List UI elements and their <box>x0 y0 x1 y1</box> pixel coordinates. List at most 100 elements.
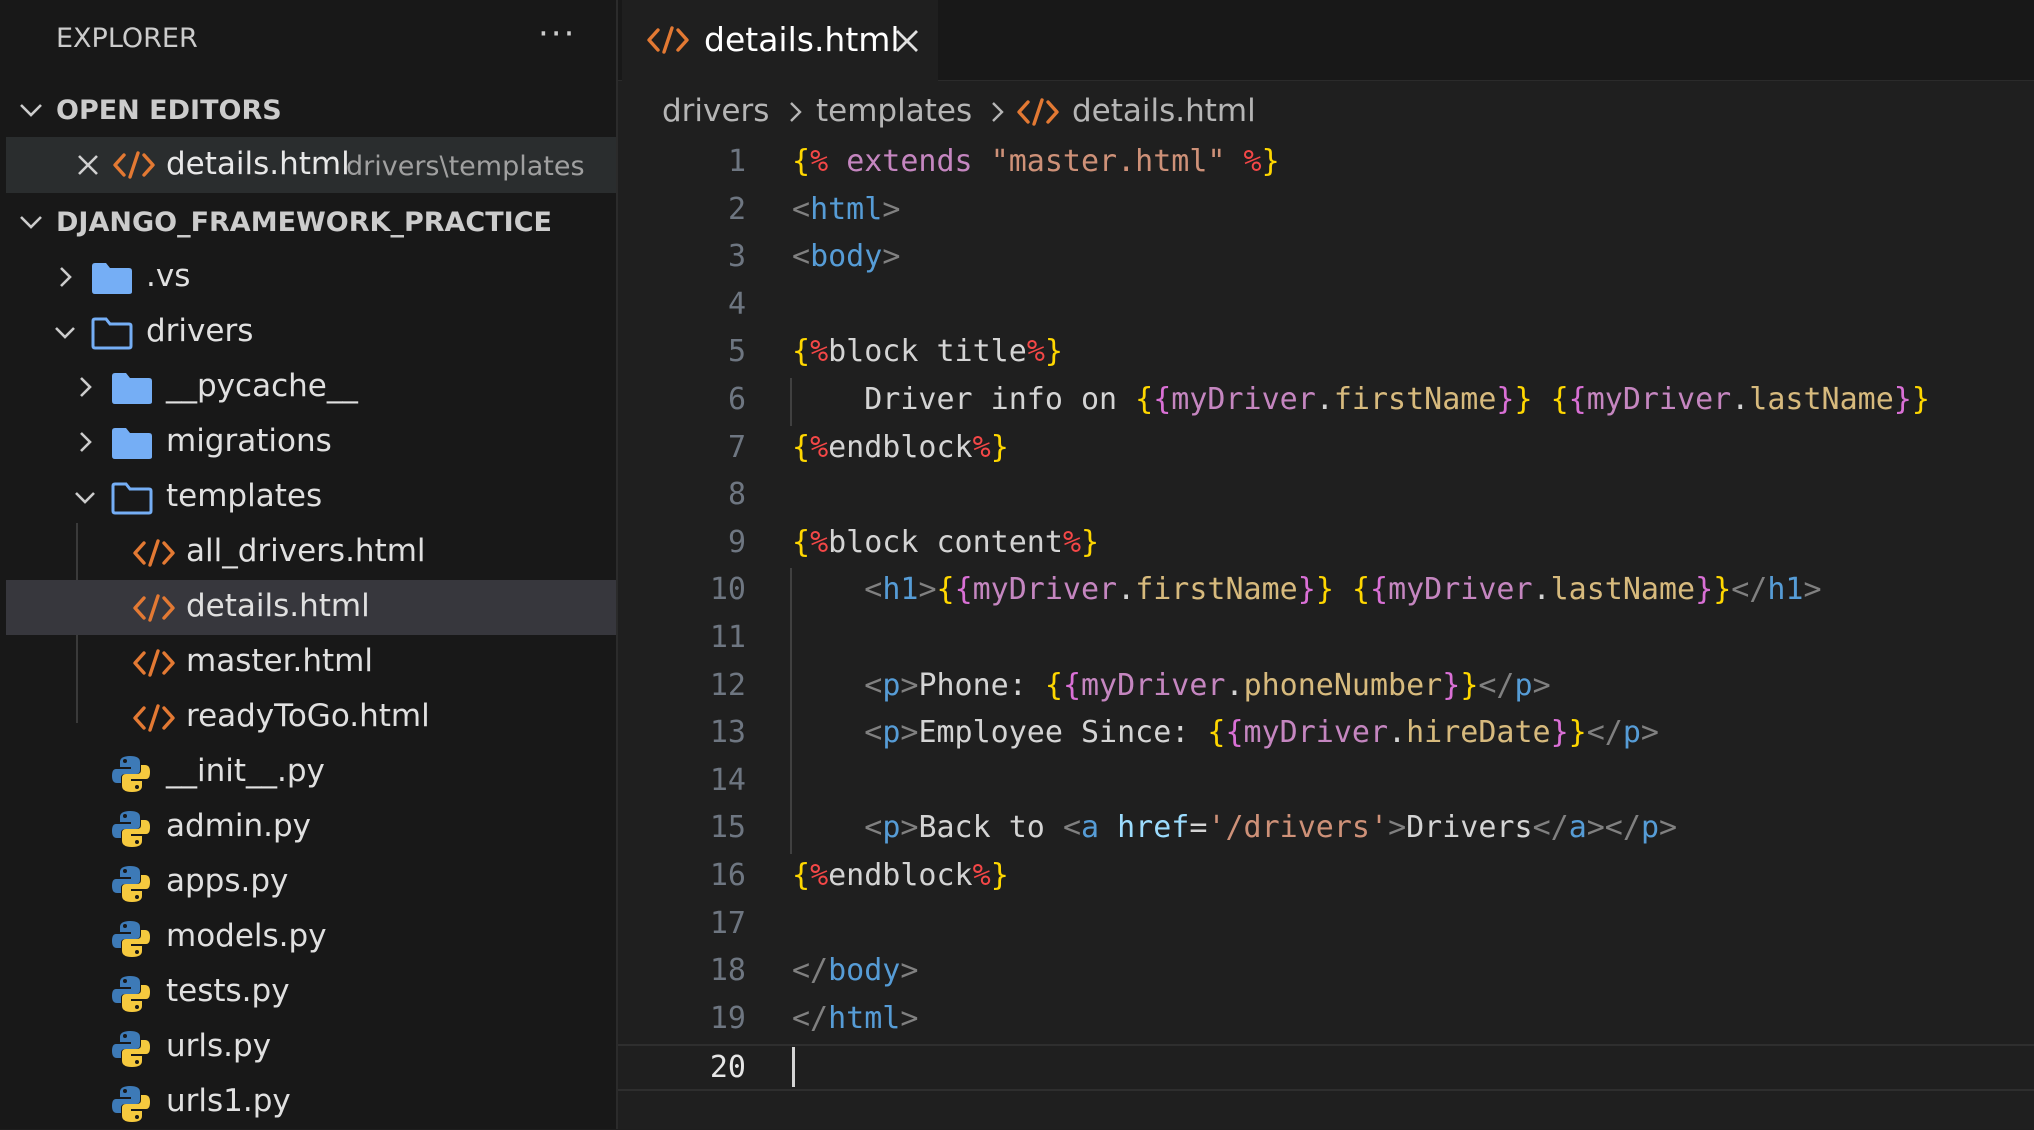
code-token: } <box>1315 572 1334 608</box>
tree-item-init-py[interactable]: __init__.py <box>6 745 616 800</box>
explorer-sidebar: EXPLORER ··· OPEN EDITORS details.html d… <box>0 0 618 1129</box>
code-token: { <box>792 524 811 560</box>
code-text: <h1>{{myDriver.firstName}} {{myDriver.la… <box>792 572 1821 608</box>
tree-item-all-drivers-html[interactable]: all_drivers.html <box>6 525 616 580</box>
code-line[interactable]: 18 </body> <box>618 949 2034 996</box>
code-token: } <box>1514 382 1533 417</box>
code-token: } <box>1550 715 1569 751</box>
chevron-down-icon <box>75 492 95 504</box>
breadcrumb-item-drivers[interactable]: drivers <box>662 93 769 129</box>
code-token: </ <box>1532 810 1569 846</box>
code-line[interactable]: 4 <box>618 283 2034 330</box>
code-token: % <box>810 429 829 465</box>
code-text: Driver info on {{myDriver.firstName}} {{… <box>792 382 1930 417</box>
code-token: > <box>882 191 901 227</box>
tree-item-tests-py[interactable]: tests.py <box>6 965 616 1020</box>
tree-item-details-html[interactable]: details.html <box>6 580 616 635</box>
line-number: 14 <box>709 762 746 798</box>
tree-item-readytogo-html[interactable]: readyToGo.html <box>6 690 616 745</box>
code-token: p <box>1514 667 1533 703</box>
tree-item-label: templates <box>166 478 323 514</box>
tab-details-html[interactable]: details.html <box>622 0 938 83</box>
code-token: href <box>1117 810 1190 846</box>
code-token: > <box>900 715 919 751</box>
chevron-right-icon <box>60 267 72 287</box>
code-token: endblock <box>828 858 973 893</box>
explorer-title: EXPLORER <box>56 23 198 54</box>
tree-item-models-py[interactable]: models.py <box>6 910 616 965</box>
code-line[interactable]: 17 <box>618 902 2034 949</box>
code-token: % <box>972 858 991 893</box>
code-line[interactable]: 9 {%block content%} <box>618 521 2034 568</box>
folder-open-icon <box>111 482 153 515</box>
tree-item-urls-py[interactable]: urls.py <box>6 1020 616 1075</box>
code-line[interactable]: 5 {%block title%} <box>618 330 2034 377</box>
line-number: 10 <box>709 572 746 608</box>
code-line[interactable]: 16 {%endblock%} <box>618 854 2034 901</box>
tree-item-pycache[interactable]: __pycache__ <box>6 360 616 415</box>
line-number: 7 <box>727 429 746 465</box>
tab-bar: details.html <box>618 0 2034 83</box>
code-token: phoneNumber <box>1243 667 1443 703</box>
open-editors-section-header[interactable]: OPEN EDITORS <box>0 85 616 135</box>
line-number: 8 <box>727 477 746 513</box>
tree-item-vs[interactable]: .vs <box>6 250 616 305</box>
code-token: Phone: <box>918 667 1045 703</box>
code-token: { <box>1351 572 1370 608</box>
code-token: } <box>1911 382 1930 417</box>
code-line[interactable]: 15 <p>Back to <a href='/drivers'>Drivers… <box>618 806 2034 853</box>
tree-item-admin-py[interactable]: admin.py <box>6 800 616 855</box>
code-token: . <box>1388 715 1407 751</box>
project-section-header[interactable]: DJANGO_FRAMEWORK_PRACTICE <box>0 197 616 247</box>
code-token: extends <box>846 144 973 179</box>
code-line[interactable]: 6 Driver info on {{myDriver.firstName}} … <box>618 378 2034 425</box>
code-line[interactable]: 19 </html> <box>618 997 2034 1044</box>
code-token: hireDate <box>1406 715 1551 751</box>
code-token: > <box>900 667 919 703</box>
tree-item-label: drivers <box>146 313 254 349</box>
code-token: myDriver <box>972 572 1118 608</box>
tree-item-templates[interactable]: templates <box>6 470 616 525</box>
tree-item-drivers[interactable]: drivers <box>6 305 616 360</box>
tree-item-label: urls1.py <box>166 1083 291 1119</box>
code-line[interactable]: 7 {%endblock%} <box>618 426 2034 473</box>
code-line[interactable]: 2 <html> <box>618 188 2034 235</box>
code-token: < <box>864 572 883 608</box>
code-token: html <box>810 191 883 227</box>
code-line[interactable]: 14 <box>618 759 2034 806</box>
close-icon[interactable] <box>74 151 102 179</box>
open-editor-item[interactable]: details.html drivers\templates <box>6 137 616 193</box>
code-line[interactable]: 12 <p>Phone: {{myDriver.phoneNumber}}</p… <box>618 664 2034 711</box>
code-line[interactable]: 8 <box>618 473 2034 520</box>
code-token: } <box>1695 572 1714 608</box>
code-token: Back to <box>918 810 1063 846</box>
indent-guide <box>790 568 792 854</box>
chevron-right-icon <box>790 102 802 122</box>
breadcrumb-item-file[interactable]: details.html <box>1072 93 1256 129</box>
code-line[interactable]: 20 <box>618 1044 2034 1092</box>
code-token: } <box>990 429 1009 465</box>
code-token: html <box>828 1000 901 1036</box>
html-file-icon <box>113 151 155 179</box>
tree-item-migrations[interactable]: migrations <box>6 415 616 470</box>
tree-item-urls1-py[interactable]: urls1.py <box>6 1075 616 1130</box>
code-line[interactable]: 11 <box>618 616 2034 663</box>
tree-item-master-html[interactable]: master.html <box>6 635 616 690</box>
breadcrumb-item-templates[interactable]: templates <box>816 93 972 129</box>
tree-item-label: __init__.py <box>166 753 325 789</box>
tree-item-apps-py[interactable]: apps.py <box>6 855 616 910</box>
code-line[interactable]: 10 <h1>{{myDriver.firstName}} {{myDriver… <box>618 568 2034 615</box>
close-icon[interactable] <box>894 28 920 54</box>
code-token: % <box>1062 524 1081 560</box>
code-text: {%endblock%} <box>792 858 1009 893</box>
ellipsis-icon[interactable]: ··· <box>538 14 576 54</box>
code-line[interactable]: 1 {% extends "master.html" %} <box>618 140 2034 187</box>
code-token: } <box>1081 524 1100 560</box>
code-token: % <box>1225 144 1262 179</box>
chevron-right-icon <box>80 432 92 452</box>
python-file-icon <box>112 1031 150 1067</box>
code-line[interactable]: 3 <body> <box>618 235 2034 282</box>
code-line[interactable]: 13 <p>Employee Since: {{myDriver.hireDat… <box>618 711 2034 758</box>
